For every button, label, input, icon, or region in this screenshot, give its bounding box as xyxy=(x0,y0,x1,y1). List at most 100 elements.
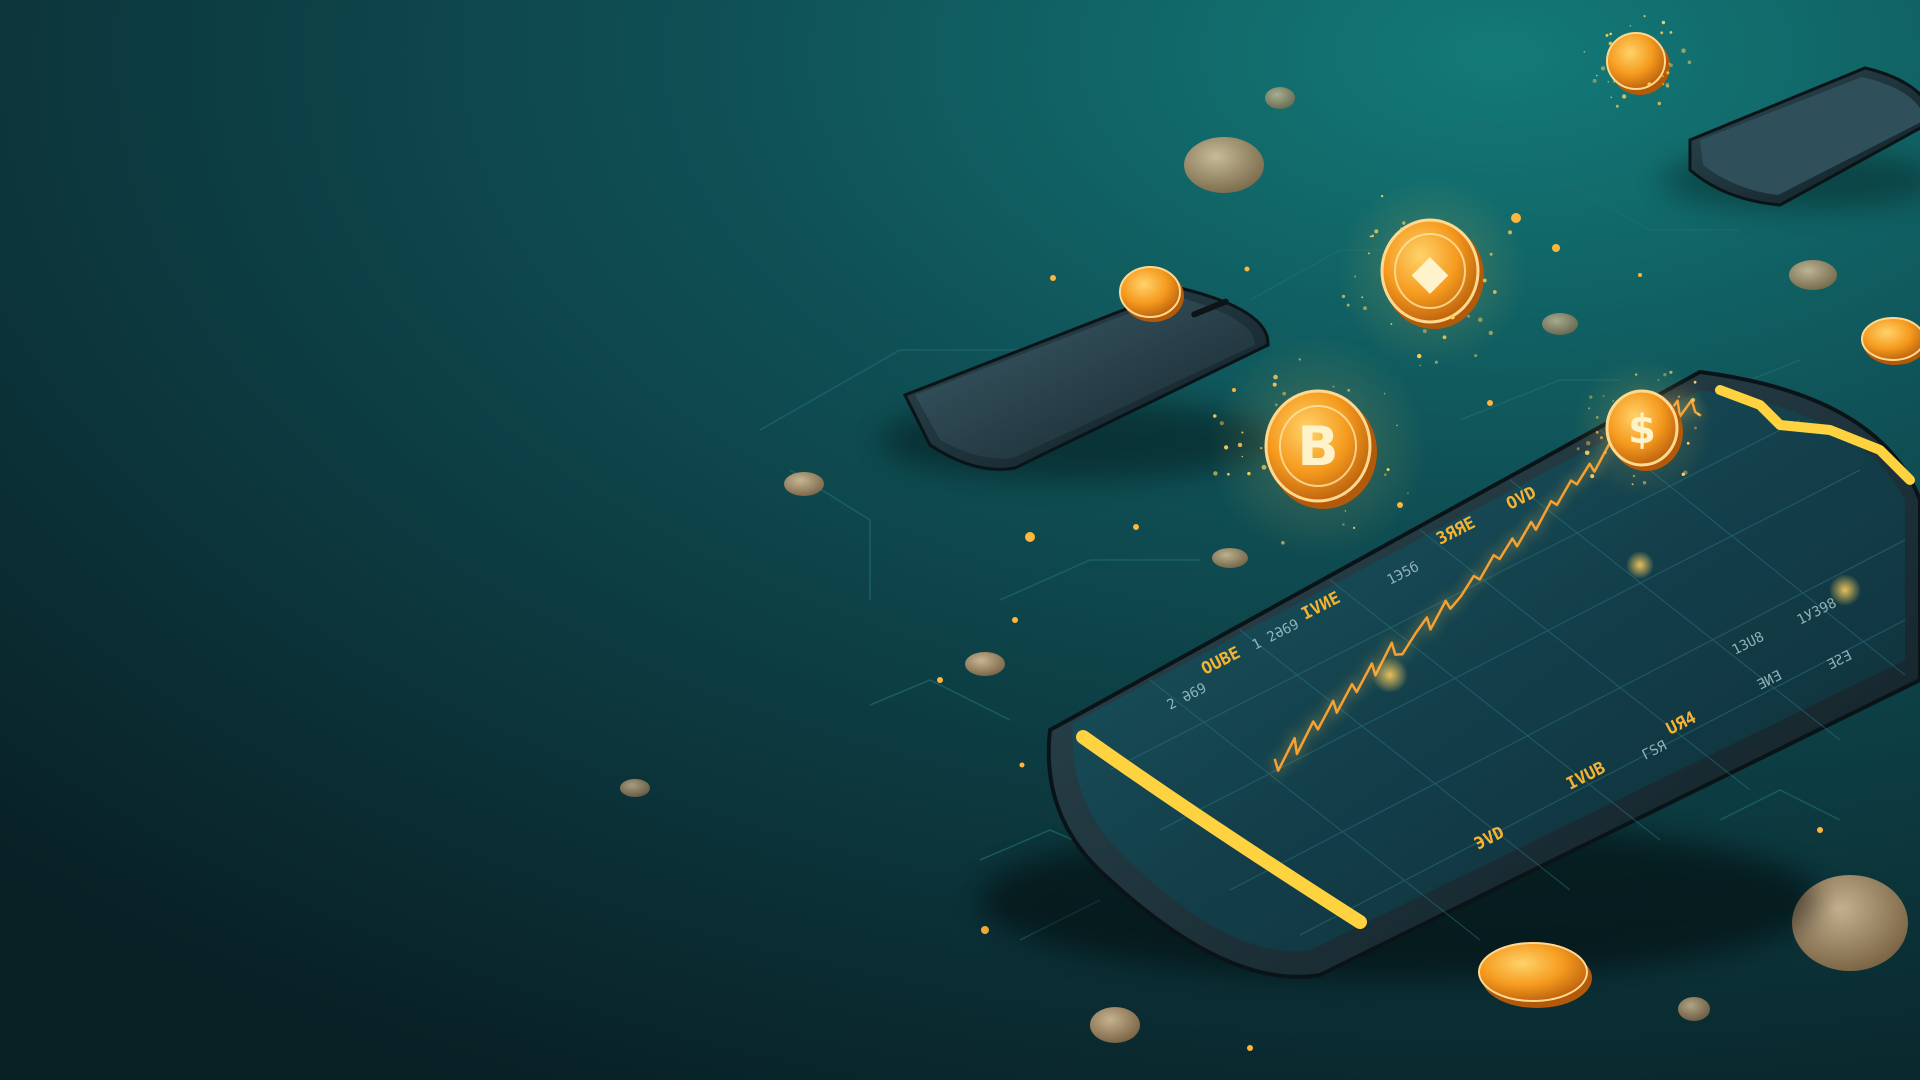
ethereum-icon: ◆ xyxy=(1412,244,1449,300)
dust-particle xyxy=(1369,235,1372,238)
dust-particle xyxy=(1261,464,1267,470)
dust-particle xyxy=(1419,364,1421,367)
dust-particle xyxy=(1687,60,1692,65)
dust-particle xyxy=(1697,412,1700,416)
dust-particle xyxy=(1400,227,1404,231)
dust-particle xyxy=(1298,358,1302,361)
dust-particle xyxy=(1342,523,1345,526)
dust-particle xyxy=(1402,221,1406,225)
dust-particle xyxy=(1691,397,1696,403)
dust-particle xyxy=(1647,82,1652,87)
dust-particle xyxy=(1657,101,1662,106)
dust-particle xyxy=(1643,15,1646,18)
dust-particle xyxy=(1450,314,1455,320)
dust-particle xyxy=(1390,323,1393,325)
dust-particle xyxy=(1241,455,1244,458)
dust-particle xyxy=(1219,421,1224,426)
dust-particle xyxy=(1442,335,1447,340)
dust-particle xyxy=(1663,372,1667,377)
dust-particle xyxy=(1602,395,1605,398)
dust-particle xyxy=(1610,96,1613,99)
dust-particle xyxy=(1576,447,1580,451)
dust-particle xyxy=(1341,294,1346,299)
dust-particle xyxy=(1241,431,1244,434)
dust-particle xyxy=(1666,71,1670,75)
dust-particle xyxy=(1492,290,1497,294)
dust-particle xyxy=(1213,471,1218,476)
crypto-scene: OVD 3ЯЯЕ IVИE ОUBE UЯ4 IVUB ЭVD 1 2Ə69 2… xyxy=(0,0,1920,1080)
dust-particle xyxy=(1686,441,1690,445)
dust-particle xyxy=(1596,74,1598,77)
dust-particle xyxy=(1213,414,1217,418)
dust-particle xyxy=(1599,436,1604,440)
dust-particle xyxy=(1478,317,1483,323)
dust-particle xyxy=(1396,424,1398,427)
dust-particle xyxy=(1352,526,1356,530)
dust-particle xyxy=(1608,41,1613,46)
dust-particle xyxy=(1694,426,1697,430)
dust-particle xyxy=(1386,468,1390,472)
ethereum-coin: ◆ xyxy=(1337,177,1527,367)
dust-particle xyxy=(1237,442,1243,448)
dust-particle xyxy=(1422,329,1427,334)
dust-particle xyxy=(1634,373,1638,376)
dust-particle xyxy=(1615,104,1619,108)
dust-particle xyxy=(1586,441,1591,446)
dust-particle xyxy=(1660,31,1664,35)
bitcoin-icon: B xyxy=(1297,415,1338,478)
dust-particle xyxy=(1488,330,1494,336)
dust-particle xyxy=(1346,303,1350,307)
dust-particle xyxy=(1681,48,1686,53)
dust-particle xyxy=(1384,473,1387,476)
dust-particle xyxy=(1589,395,1593,399)
dust-particle xyxy=(1657,379,1660,381)
dust-particle xyxy=(1632,474,1636,478)
dust-particle xyxy=(1363,306,1367,311)
dust-particle xyxy=(1371,234,1374,238)
dust-particle xyxy=(1247,471,1251,476)
dust-particle xyxy=(1609,32,1612,36)
dust-particle xyxy=(1605,33,1609,37)
dust-particle xyxy=(1631,483,1634,486)
dust-particle xyxy=(1612,400,1614,402)
dust-particle xyxy=(1677,395,1681,398)
dust-particle xyxy=(1681,472,1686,476)
dust-particle xyxy=(1380,194,1384,198)
dust-particle xyxy=(1260,446,1263,450)
dust-particle xyxy=(1482,278,1487,283)
dust-particle xyxy=(1668,62,1671,65)
dust-particle xyxy=(1607,81,1610,83)
dust-particle xyxy=(1629,25,1632,27)
bitcoin-coin: B xyxy=(1208,337,1428,557)
dust-particle xyxy=(1474,354,1478,358)
scene-svg: OVD 3ЯЯЕ IVИE ОUBE UЯ4 IVUB ЭVD 1 2Ə69 2… xyxy=(0,0,1920,1080)
dust-particle xyxy=(1344,494,1347,496)
dust-particle xyxy=(1661,75,1664,78)
dust-particle xyxy=(1344,510,1347,512)
dust-particle xyxy=(1361,296,1364,299)
dust-particle xyxy=(1612,79,1617,83)
dust-particle xyxy=(1508,230,1512,235)
dust-particle xyxy=(1661,20,1666,25)
dust-particle xyxy=(1382,254,1385,257)
dust-particle xyxy=(1600,66,1606,71)
dust-particle xyxy=(1642,481,1647,485)
dust-particle xyxy=(1227,472,1230,476)
dust-particle xyxy=(1417,353,1422,359)
dust-particle xyxy=(1623,459,1625,462)
dust-particle xyxy=(1584,450,1590,456)
dust-particle xyxy=(1272,382,1277,387)
dust-particle xyxy=(1383,392,1386,395)
dust-particle xyxy=(1374,229,1379,234)
dust-particle xyxy=(1281,541,1285,545)
dust-particle xyxy=(1693,380,1697,384)
dust-particle xyxy=(1592,78,1597,83)
dust-particle xyxy=(1347,388,1351,392)
dust-particle xyxy=(1595,430,1599,434)
dust-particle xyxy=(1590,474,1595,479)
dust-particle xyxy=(1621,94,1627,99)
dust-particle xyxy=(1665,82,1670,87)
dust-particle xyxy=(1273,374,1278,380)
dust-particle xyxy=(1489,252,1493,256)
dust-particle xyxy=(1467,314,1471,318)
